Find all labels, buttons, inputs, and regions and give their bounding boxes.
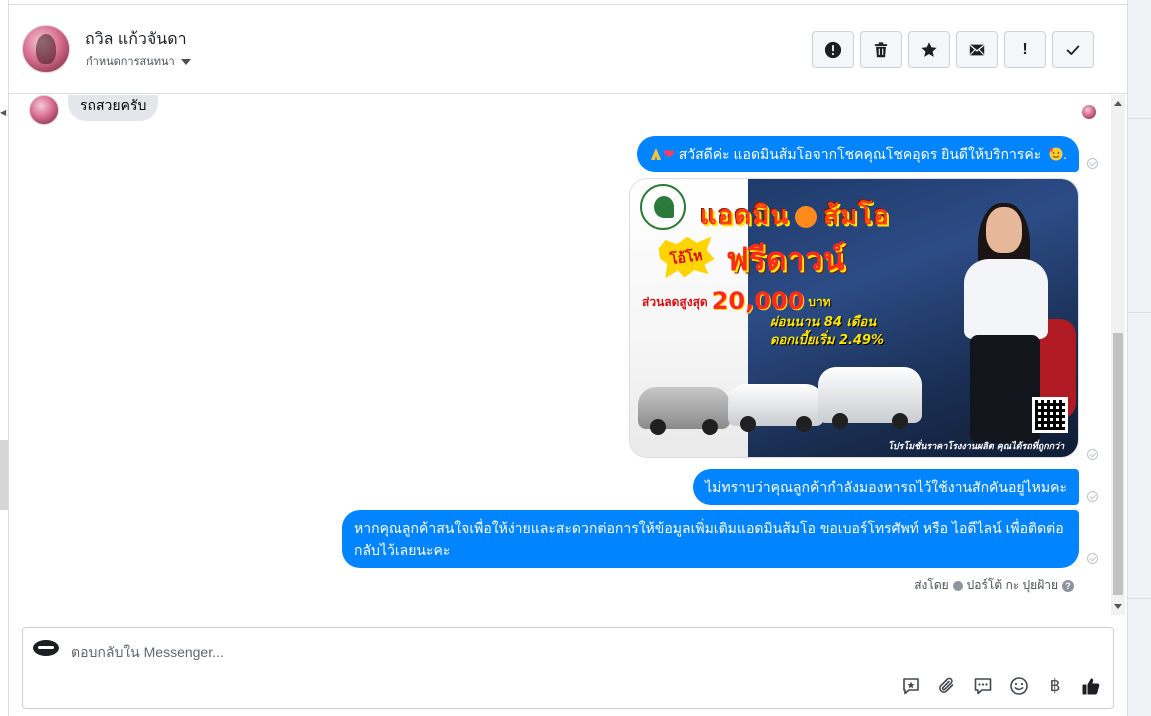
- emoji-button[interactable]: [1007, 674, 1031, 698]
- reply-composer: ฿: [22, 627, 1114, 709]
- assign-conversation-dropdown[interactable]: กำหนดการสนทนา: [86, 52, 191, 70]
- saved-reply-icon: [903, 678, 919, 695]
- promo-rate: ดอกเบี้ยเริ่ม 2.49%: [770, 333, 885, 348]
- sender-avatar: [29, 95, 59, 125]
- sedan-car-icon: [638, 387, 730, 435]
- page-avatar: [33, 640, 59, 656]
- contact-avatar[interactable]: [22, 25, 70, 73]
- thread-scrollbar[interactable]: [1111, 95, 1125, 615]
- qr-code-icon: [1032, 397, 1068, 433]
- star-icon: [921, 41, 937, 57]
- check-icon: [1066, 45, 1080, 55]
- quick-reply-button[interactable]: [971, 674, 995, 698]
- star-button[interactable]: [908, 31, 950, 68]
- left-edge-scrollbar[interactable]: ◀: [0, 0, 9, 716]
- gutter-divider: [1127, 118, 1151, 119]
- verified-check-icon: [952, 580, 963, 591]
- message-thread[interactable]: รถสวยครับ ❤ สวัสดีค่ะ แอดมินส้มโอจากโชคค…: [9, 95, 1112, 615]
- scroll-up-arrow-icon[interactable]: [1114, 101, 1122, 106]
- outgoing-message[interactable]: ไม่ทราบว่าคุณลูกค้ากำลังมองหารถไว้ใช้งาน…: [693, 469, 1079, 505]
- like-button[interactable]: [1079, 674, 1103, 698]
- delete-button[interactable]: [860, 31, 902, 68]
- mark-done-button[interactable]: [1052, 31, 1094, 68]
- follow-up-button[interactable]: !: [1004, 31, 1046, 68]
- smiling-face-with-hearts-icon: [1049, 147, 1063, 161]
- gutter-divider: [1127, 312, 1151, 313]
- seen-indicator-avatar: [1082, 105, 1096, 119]
- delivered-check-icon: [1087, 491, 1098, 502]
- promo-title: แอดมิน ส้มโอ: [700, 195, 890, 236]
- baht-icon: ฿: [1049, 676, 1061, 696]
- payment-button[interactable]: ฿: [1043, 674, 1067, 698]
- outgoing-message-end: .: [1063, 146, 1067, 162]
- scroll-down-arrow-icon[interactable]: [1114, 604, 1122, 609]
- attach-file-button[interactable]: [935, 674, 959, 698]
- envelope-icon: [969, 44, 985, 55]
- conversation-header: ถวิล แก้วจันดา กำหนดการสนทนา !: [9, 5, 1127, 94]
- pickup-truck-icon: [728, 384, 824, 432]
- scroll-up-arrow-icon[interactable]: ◀: [0, 108, 6, 117]
- dealer-logo-icon: [640, 184, 686, 230]
- promo-title-left: แอดมิน: [700, 201, 790, 231]
- orange-fruit-icon: [795, 205, 818, 228]
- page-gutter: [1127, 0, 1151, 716]
- delivered-check-icon: [1087, 553, 1098, 564]
- outgoing-message[interactable]: ❤ สวัสดีค่ะ แอดมินส้มโอจากโชคคุณโชคอุดร …: [637, 136, 1079, 172]
- promo-headline: ฟรีดาวน์: [726, 240, 845, 278]
- heart-icon: ❤: [663, 146, 675, 162]
- alert-circle-icon: [824, 41, 842, 58]
- promo-discount-label: ส่วนลดสูงสุด: [642, 295, 708, 309]
- cargo-truck-icon: [818, 367, 922, 429]
- speech-bubble-icon: [974, 678, 992, 695]
- smiley-icon: [1010, 677, 1028, 695]
- promo-burst-text: โอ้โห: [669, 247, 704, 269]
- gutter-divider: [1127, 598, 1151, 599]
- delivered-check-icon: [1087, 158, 1098, 169]
- sent-by-name[interactable]: ปอร์โต้ กะ ปุยฝ้าย: [967, 576, 1058, 595]
- promo-footer: โปรโมชั่นราคาโรงงานผลิต คุณได้รถที่ถูกกว…: [888, 442, 1065, 452]
- paperclip-icon: [939, 677, 954, 693]
- sent-by-info: ส่งโดย ปอร์โต้ กะ ปุยฝ้าย ?: [914, 576, 1074, 595]
- exclamation-icon: !: [1022, 40, 1028, 58]
- composer-tools: ฿: [899, 674, 1103, 698]
- trash-icon: [874, 41, 888, 57]
- reply-input[interactable]: [71, 642, 871, 662]
- scroll-thumb[interactable]: [1113, 333, 1123, 595]
- caret-down-icon: [180, 58, 191, 65]
- thumbs-up-icon: [1082, 678, 1100, 695]
- conversation-toolbar: !: [812, 31, 1094, 68]
- sent-by-prefix: ส่งโดย: [914, 578, 949, 592]
- promo-title-right: ส้มโอ: [823, 201, 890, 231]
- contact-name[interactable]: ถวิล แก้วจันดา: [85, 27, 187, 52]
- outgoing-message-text: สวัสดีค่ะ แอดมินส้มโอจากโชคคุณโชคอุดร ยิ…: [678, 146, 1042, 162]
- promo-image-message[interactable]: แอดมิน ส้มโอ โอ้โห ฟรีดาวน์ ส่วนลดสูงสุด 2…: [629, 178, 1079, 458]
- praying-hands-icon: [651, 148, 662, 160]
- scroll-thumb[interactable]: [0, 440, 8, 510]
- incoming-message[interactable]: รถสวยครับ: [68, 95, 159, 121]
- promo-discount-unit: บาท: [808, 295, 831, 309]
- conversation-panel: ถวิล แก้วจันดา กำหนดการสนทนา ! รถสวยครับ…: [9, 4, 1127, 716]
- saved-reply-button[interactable]: [899, 674, 923, 698]
- report-spam-button[interactable]: [812, 31, 854, 68]
- mark-unread-button[interactable]: [956, 31, 998, 68]
- help-icon[interactable]: ?: [1062, 579, 1074, 592]
- assign-conversation-label: กำหนดการสนทนา: [86, 56, 175, 68]
- delivered-check-icon: [1087, 449, 1098, 460]
- outgoing-message[interactable]: หากคุณลูกค้าสนใจเพื่อให้ง่ายและสะดวกต่อก…: [342, 510, 1079, 568]
